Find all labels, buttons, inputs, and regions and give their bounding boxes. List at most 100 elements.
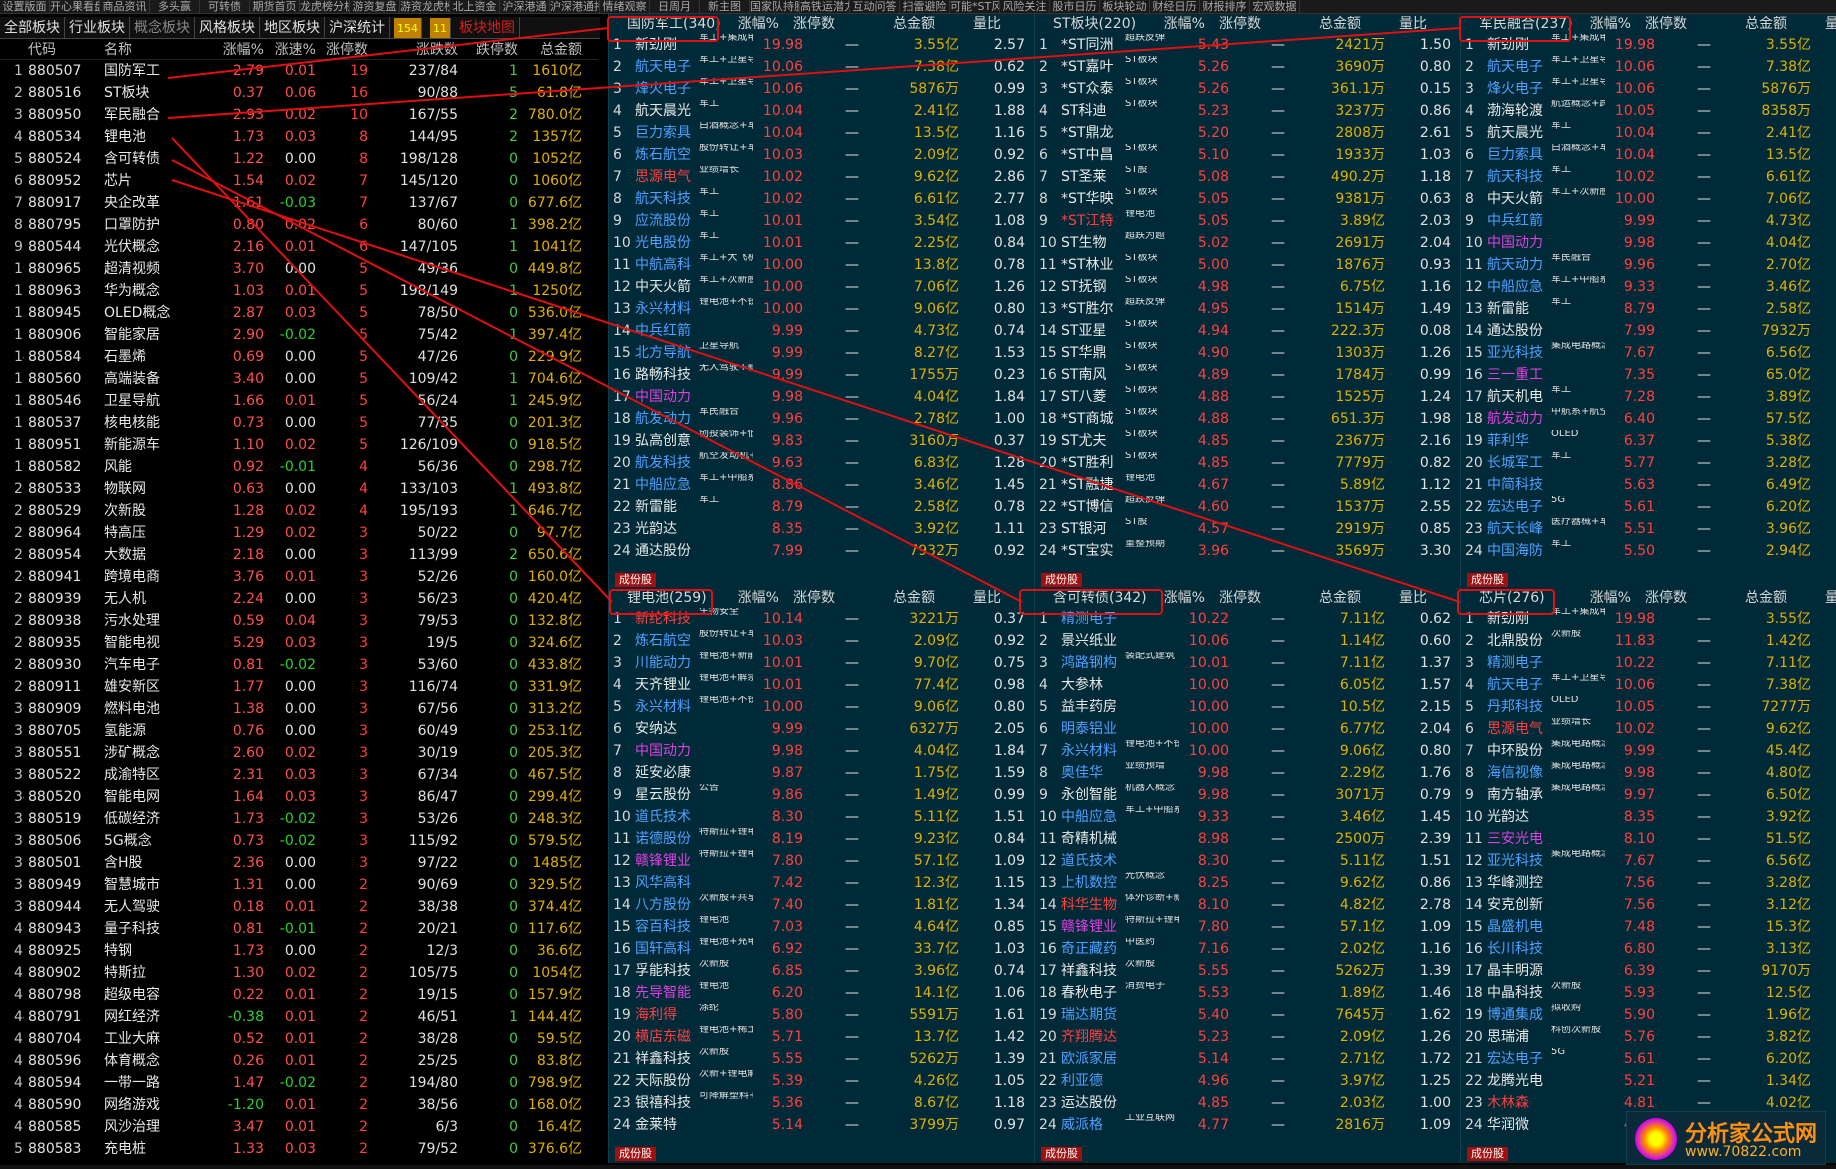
stock-row[interactable]: 6 安纳达 9.99—6327万 2.05 [609, 718, 1034, 740]
stock-name[interactable]: 博通集成 拟收购 [1487, 1004, 1605, 1026]
stock-row[interactable]: 10 道氏技术 8.30—5.11亿 1.51 [609, 806, 1034, 828]
stock-name[interactable]: 中国海防 军工 [1487, 540, 1605, 562]
panel-title[interactable]: ST板块(220) [1035, 14, 1155, 34]
stock-row[interactable]: 5丹邦科技OLED10.05—7277万0.76 [1461, 696, 1836, 718]
sector-row[interactable]: 6 880952 芯片 1.54 0.02 7 145/120 0 1060亿 [0, 170, 598, 192]
stock-name[interactable]: *ST鼎龙 [1061, 122, 1179, 144]
stock-name[interactable]: 亚光科技 集成电路概念 [1487, 850, 1605, 872]
stock-name[interactable]: 丹邦科技 OLED [1487, 696, 1605, 718]
panel-column-header[interactable]: 涨幅% [1581, 588, 1631, 608]
stock-name[interactable]: 华润微 [1487, 1114, 1605, 1136]
top-menu-item[interactable]: 商品资讯 [100, 0, 150, 13]
stock-row[interactable]: 14 科华生物 体外诊断+新 8.10—4.82亿 2.78 [1035, 894, 1460, 916]
stock-row[interactable]: 23 ST银河 ST股 4.57—2919万 0.85 [1035, 518, 1460, 540]
stock-name[interactable]: 航天电子 军工+卫星导 [1487, 56, 1605, 78]
stock-row[interactable]: 12 道氏技术 8.30—5.11亿 1.51 [1035, 850, 1460, 872]
stock-row[interactable]: 20长城军工军工5.77—3.28亿1.42 [1461, 452, 1836, 474]
panel-column-header[interactable]: 涨幅% [729, 588, 779, 608]
stock-name[interactable]: 航天科技 军工 [1487, 166, 1605, 188]
stock-row[interactable]: 23航天长峰医疗器械+军5.51—3.96亿0.96 [1461, 518, 1836, 540]
sector-row[interactable]: 18880951新能源车1.100.025126/1090918.5亿 [0, 434, 598, 456]
stock-name[interactable]: 景兴纸业 [1061, 630, 1179, 652]
stock-row[interactable]: 23 光韵达 8.35—3.92亿 1.11 [609, 518, 1034, 540]
top-menu-item[interactable]: 可能*ST风险 [950, 0, 1000, 13]
stock-name[interactable]: *ST胜利 ST板块 [1061, 452, 1179, 474]
stock-name[interactable]: 上机数控 光伏概念 [1061, 872, 1179, 894]
stock-row[interactable]: 16 路畅科技 无人驾驶+新 9.99—1755万 0.23 [609, 364, 1034, 386]
stock-name[interactable]: *ST江特 锂电池 [1061, 210, 1179, 232]
stock-name[interactable]: 航发动力 军民融合 [635, 408, 753, 430]
stock-name[interactable]: 巨力索具 白酒概念+军 [635, 122, 753, 144]
panel-column-header[interactable]: 量比 [1787, 588, 1836, 608]
sector-column-header[interactable]: 涨停数 [316, 40, 368, 59]
top-menu-item[interactable]: 日周月 [650, 0, 700, 13]
stock-name[interactable]: 中国动力 [1487, 232, 1605, 254]
stock-name[interactable]: 思源电气 业绩增长 [635, 166, 753, 188]
sector-row[interactable]: 5 880524 含可转债 1.22 0.00 8 198/128 0 1052亿 [0, 148, 598, 170]
stock-row[interactable]: 3烽火电子军工+卫星导10.06—5876万0.99 [1461, 78, 1836, 100]
stock-row[interactable]: 3精测电子10.22—7.11亿0.62 [1461, 652, 1836, 674]
panel-column-header[interactable]: 总金额 [835, 588, 935, 608]
top-menu-item[interactable]: 互动问答 [850, 0, 900, 13]
sector-row[interactable]: 34880520智能电网1.640.03386/470299.4亿 [0, 786, 598, 808]
top-menu-item[interactable]: 宏观数据 [1250, 0, 1300, 13]
panel-column-header[interactable]: 量比 [935, 14, 1001, 34]
stock-name[interactable]: 永创智能 机器人概念 [1061, 784, 1179, 806]
stock-name[interactable]: 延安必康 [635, 762, 753, 784]
panel-column-header[interactable]: 涨幅% [729, 14, 779, 34]
stock-name[interactable]: 思瑞浦 科创次新股 [1487, 1026, 1605, 1048]
stock-name[interactable]: ST抚钢 ST板块 [1061, 276, 1179, 298]
stock-row[interactable]: 20 航发科技 航空发动机+ 9.63—6.83亿 1.28 [609, 452, 1034, 474]
stock-name[interactable]: ST亚星 ST板块 [1061, 320, 1179, 342]
sector-row[interactable]: 22880964特高压1.290.02350/22097.7亿 [0, 522, 598, 544]
stock-name[interactable]: 八方股份 次新股+共享 [635, 894, 753, 916]
stock-row[interactable]: 17 孚能科技 次新股 6.85—3.96亿 0.74 [609, 960, 1034, 982]
stock-row[interactable]: 5 *ST鼎龙 5.20—2808万 2.61 [1035, 122, 1460, 144]
top-menu-item[interactable]: 风险关注 [1000, 0, 1050, 13]
stock-row[interactable]: 9 星云股份 公告 9.86—1.49亿 0.99 [609, 784, 1034, 806]
sector-row[interactable]: 16880546卫星导航1.660.01556/241245.9亿 [0, 390, 598, 412]
stock-name[interactable]: 天齐锂业 锂电池+解禁 [635, 674, 753, 696]
top-menu-item[interactable]: 财经日历 [1150, 0, 1200, 13]
stock-name[interactable]: ST科迪 ST板块 [1061, 100, 1179, 122]
stock-row[interactable]: 11 奇精机械 8.98—2500万 2.39 [1035, 828, 1460, 850]
stock-row[interactable]: 11三安光电8.10—51.5亿1.02 [1461, 828, 1836, 850]
stock-row[interactable]: 11航天动力军民融合9.96—2.70亿1.00 [1461, 254, 1836, 276]
sector-row[interactable]: 29880911雄安新区1.770.003116/740331.9亿 [0, 676, 598, 698]
stock-row[interactable]: 18 春秋电子 消费电子 5.53—1.89亿 1.46 [1035, 982, 1460, 1004]
top-menu-item[interactable]: 设置版面 [0, 0, 50, 13]
stock-row[interactable]: 4 航天晨光 军工 10.04—2.41亿 1.88 [609, 100, 1034, 122]
panel-column-header[interactable]: 量比 [1361, 588, 1427, 608]
stock-row[interactable]: 18 航发动力 军民融合 9.96—2.78亿 1.00 [609, 408, 1034, 430]
stock-row[interactable]: 16 奇正藏药 中医药 7.16—2.02亿 1.16 [1035, 938, 1460, 960]
stock-row[interactable]: 19菲利华OLED6.37—5.38亿1.57 [1461, 430, 1836, 452]
top-menu-item[interactable]: 可转债 [200, 0, 250, 13]
stock-name[interactable]: *ST博信 超跌反弹 [1061, 496, 1179, 518]
stock-name[interactable]: 渤海轮渡 航运概念+跨 [1487, 100, 1605, 122]
stock-name[interactable]: 通达股份 [635, 540, 753, 562]
stock-name[interactable]: *ST商城 ST板块 [1061, 408, 1179, 430]
stock-row[interactable]: 15 北方导航 卫星导航 9.99—8.27亿 1.53 [609, 342, 1034, 364]
stock-name[interactable]: 航天科技 军工 [635, 188, 753, 210]
panel-column-header[interactable]: 量比 [935, 588, 1001, 608]
stock-row[interactable]: 22龙腾光电5.21—1.34亿1.06 [1461, 1070, 1836, 1092]
stock-row[interactable]: 8中天火箭军工+次新股10.00—7.06亿1.26 [1461, 188, 1836, 210]
stock-row[interactable]: 10 光电股份 军工 10.01—2.25亿 0.84 [609, 232, 1034, 254]
stock-row[interactable]: 8海信视像集成电路概念9.98—4.80亿1.67 [1461, 762, 1836, 784]
top-menu-item[interactable]: 龙虎榜分析 [300, 0, 350, 13]
stock-name[interactable]: 巨力索具 白酒概念+军 [1487, 144, 1605, 166]
stock-name[interactable]: 海利得 涤纶 [635, 1004, 753, 1026]
category-tab[interactable]: 全部板块 [0, 17, 65, 38]
stock-row[interactable]: 17 祥鑫科技 次新股 5.55—5262万 1.39 [1035, 960, 1460, 982]
sector-row[interactable]: 46880596体育概念0.260.01225/25083.8亿 [0, 1050, 598, 1072]
stock-name[interactable]: 龙腾光电 [1487, 1070, 1605, 1092]
sector-row[interactable]: 35880519低碳经济1.73-0.02353/260248.3亿 [0, 808, 598, 830]
stock-row[interactable]: 8 航天科技 军工 10.02—6.61亿 2.77 [609, 188, 1034, 210]
stock-name[interactable]: 三一重工 [1487, 364, 1605, 386]
stock-row[interactable]: 3 川能动力 锂电池+新能 10.01—9.70亿 0.75 [609, 652, 1034, 674]
sector-row[interactable]: 45880704工业大麻0.520.01238/28059.5亿 [0, 1028, 598, 1050]
stock-row[interactable]: 14安克创新7.56—3.12亿0.86 [1461, 894, 1836, 916]
stock-row[interactable]: 11 *ST林业 ST板块 5.00—1876万 0.93 [1035, 254, 1460, 276]
stock-name[interactable]: ST华鼎 ST板块 [1061, 342, 1179, 364]
sector-row[interactable]: 30880909燃料电池1.380.00367/560313.2亿 [0, 698, 598, 720]
